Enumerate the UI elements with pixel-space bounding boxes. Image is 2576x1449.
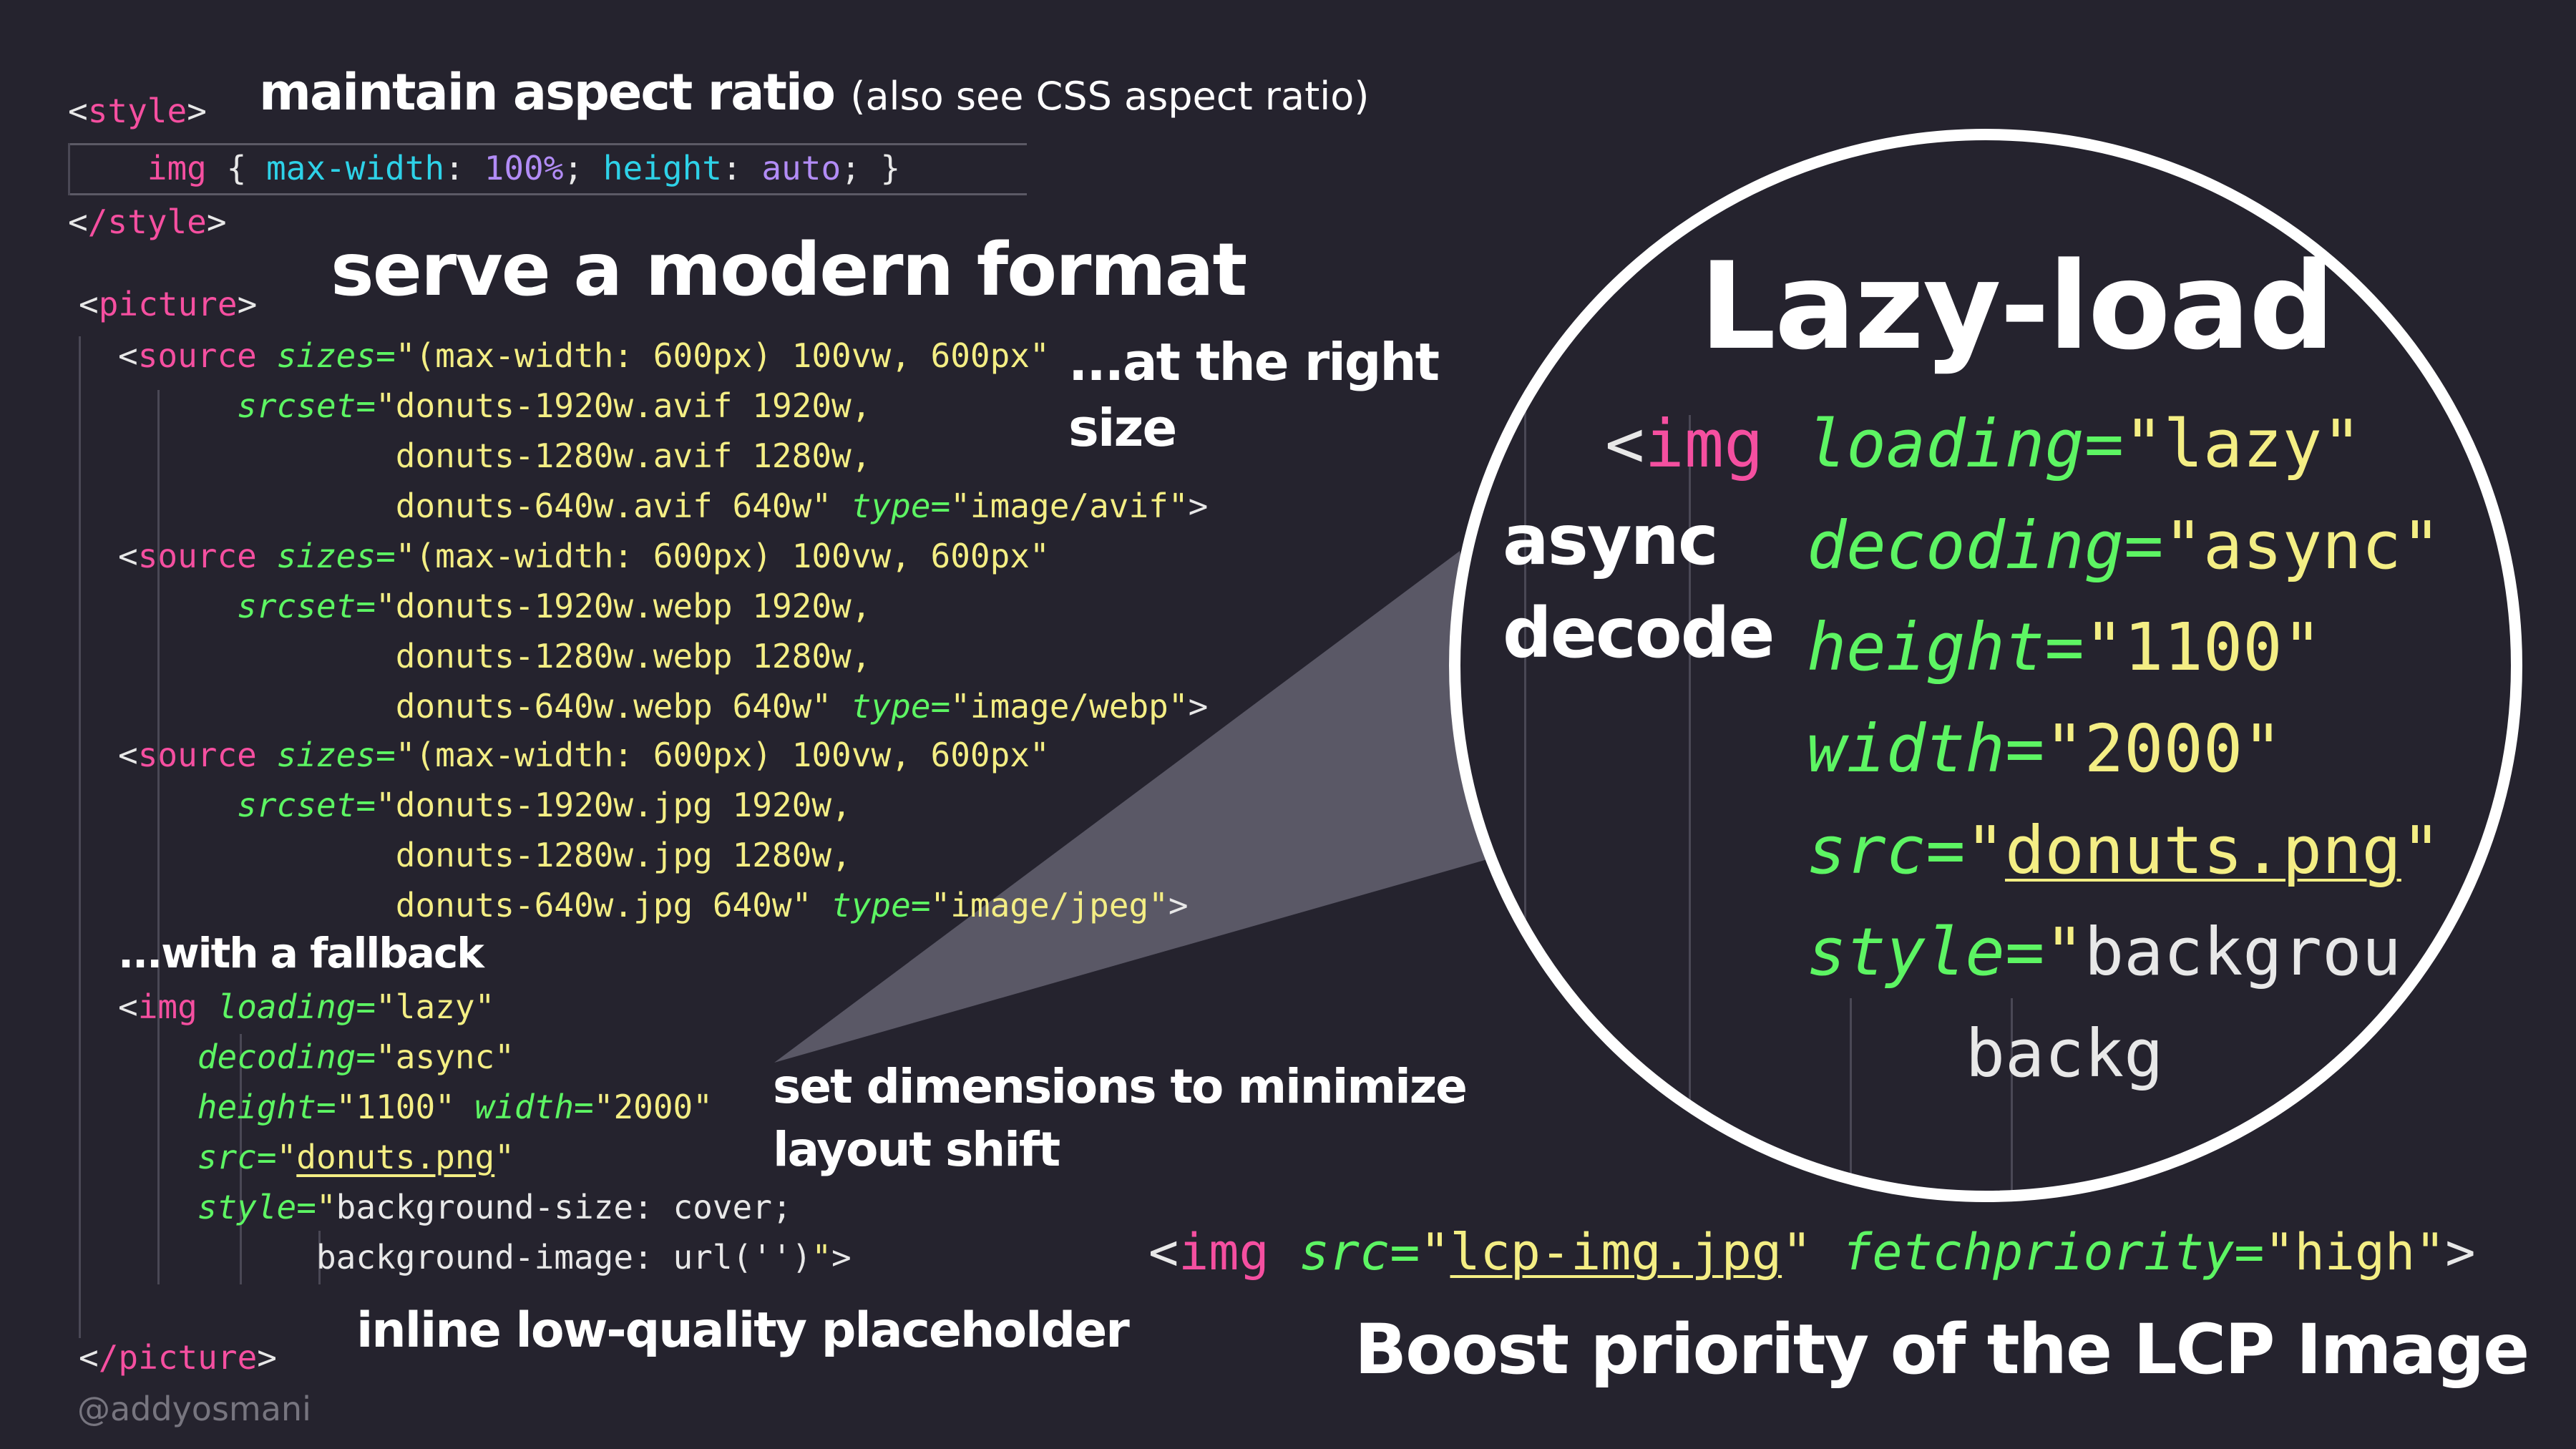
style-box-bottom bbox=[68, 193, 1027, 195]
fallback-heading: ...with a fallback bbox=[118, 929, 484, 977]
zoom-ring bbox=[1449, 129, 2522, 1202]
right-size-heading: ...at the right size bbox=[1068, 332, 1440, 458]
picture-open-line: <picture> bbox=[79, 285, 258, 323]
author-handle: @addyosmani bbox=[77, 1390, 311, 1428]
boost-priority-heading: Boost priority of the LCP Image bbox=[1355, 1309, 2529, 1390]
source-avif: <source sizes="(max-width: 600px) 100vw,… bbox=[118, 336, 1209, 525]
picture-close-line: </picture> bbox=[79, 1338, 277, 1377]
modern-format-heading: serve a modern format bbox=[331, 228, 1247, 313]
aspect-ratio-heading: maintain aspect ratio (also see CSS aspe… bbox=[259, 63, 1370, 122]
placeholder-heading: inline low-quality placeholder bbox=[356, 1302, 1130, 1359]
style-open-line: <style> bbox=[68, 92, 207, 130]
dimensions-heading: set dimensions to minimize layout shift bbox=[773, 1059, 1468, 1177]
style-close-line: </style> bbox=[68, 203, 227, 241]
picture-guide-1 bbox=[79, 336, 81, 1338]
style-rule-line: img { max-width: 100%; height: auto; } bbox=[147, 149, 901, 187]
source-webp: <source sizes="(max-width: 600px) 100vw,… bbox=[118, 537, 1209, 726]
source-jpeg: <source sizes="(max-width: 600px) 100vw,… bbox=[118, 736, 1189, 924]
lcp-img-line: <img src="lcp-img.jpg" fetchpriority="hi… bbox=[1148, 1223, 2476, 1282]
img-fallback: <img loading="lazy" decoding="async" hei… bbox=[118, 987, 852, 1277]
